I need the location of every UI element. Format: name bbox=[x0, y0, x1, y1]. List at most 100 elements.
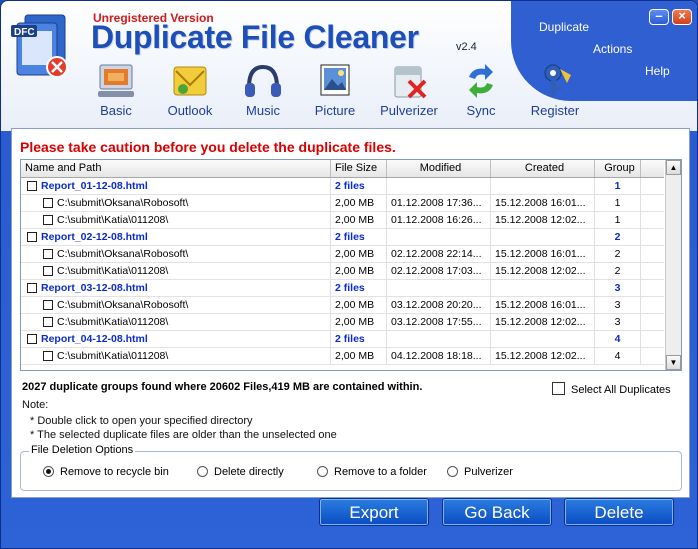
sync-icon bbox=[469, 64, 493, 98]
app-logo: DFC bbox=[11, 11, 83, 85]
radio-icon bbox=[197, 466, 208, 477]
main-panel: Please take caution before you delete th… bbox=[11, 128, 690, 498]
select-all-label: Select All Duplicates bbox=[571, 384, 671, 396]
close-icon: × bbox=[678, 8, 686, 23]
scroll-up-button[interactable]: ▲ bbox=[666, 160, 681, 175]
col-file-size[interactable]: File Size bbox=[331, 160, 387, 177]
menu-actions[interactable]: Actions bbox=[593, 42, 632, 56]
cell-created bbox=[491, 229, 595, 246]
tool-register-label: Register bbox=[530, 103, 580, 118]
tool-basic-label: Basic bbox=[100, 103, 132, 118]
cell-group: 1 bbox=[595, 178, 641, 195]
delete-button[interactable]: Delete bbox=[564, 498, 674, 526]
menu-duplicate[interactable]: Duplicate bbox=[539, 20, 589, 34]
picture-icon bbox=[320, 64, 350, 96]
cell-size: 2,00 MB bbox=[331, 212, 387, 229]
menu-help[interactable]: Help bbox=[645, 64, 670, 78]
group-row[interactable]: Report_03-12-08.html 2 files 3 bbox=[21, 280, 664, 297]
radio-icon bbox=[447, 466, 458, 477]
cell-name: Report_04-12-08.html bbox=[21, 331, 331, 348]
group-row[interactable]: Report_02-12-08.html 2 files 2 bbox=[21, 229, 664, 246]
app-title: Duplicate File Cleaner bbox=[91, 19, 419, 55]
col-name-path[interactable]: Name and Path bbox=[21, 160, 331, 177]
cell-group: 4 bbox=[595, 348, 641, 365]
cell-modified: 01.12.2008 16:26... bbox=[387, 212, 491, 229]
cell-size: 2,00 MB bbox=[331, 246, 387, 263]
cell-created: 15.12.2008 12:02... bbox=[491, 348, 595, 365]
options-legend: File Deletion Options bbox=[29, 444, 136, 456]
caution-message: Please take caution before you delete th… bbox=[20, 139, 396, 155]
arrow-down-icon: ▼ bbox=[669, 358, 678, 367]
duplicates-table[interactable]: Name and Path File Size Modified Created… bbox=[20, 159, 682, 371]
cell-modified: 03.12.2008 17:55... bbox=[387, 314, 491, 331]
cell-group: 3 bbox=[595, 314, 641, 331]
cell-size: 2 files bbox=[331, 178, 387, 195]
logo-text: DFC bbox=[14, 27, 35, 38]
cell-modified bbox=[387, 331, 491, 348]
option-delete-directly[interactable]: Delete directly bbox=[197, 466, 284, 478]
col-created[interactable]: Created bbox=[491, 160, 595, 177]
file-row[interactable]: C:\submit\Oksana\Robosoft\ 2,00 MB 02.12.2… bbox=[21, 246, 664, 263]
group-row[interactable]: Report_01-12-08.html 2 files 1 bbox=[21, 178, 664, 195]
scroll-down-button[interactable]: ▼ bbox=[666, 355, 681, 370]
option-remove-to-folder[interactable]: Remove to a folder bbox=[317, 466, 427, 478]
go-back-button[interactable]: Go Back bbox=[442, 498, 552, 526]
option-recycle-bin-label: Remove to recycle bin bbox=[60, 466, 169, 478]
radio-icon bbox=[43, 466, 54, 477]
cell-name: Report_03-12-08.html bbox=[21, 280, 331, 297]
file-row[interactable]: C:\submit\Katia\011208\ 2,00 MB 01.12.2008… bbox=[21, 212, 664, 229]
tool-picture[interactable]: Picture bbox=[303, 61, 367, 118]
cell-modified: 01.12.2008 17:36... bbox=[387, 195, 491, 212]
cell-modified: 03.12.2008 20:20... bbox=[387, 297, 491, 314]
tool-basic[interactable]: Basic bbox=[84, 61, 148, 118]
option-recycle-bin[interactable]: Remove to recycle bin bbox=[43, 466, 169, 478]
cell-size: 2 files bbox=[331, 331, 387, 348]
table-scrollbar[interactable]: ▲ ▼ bbox=[665, 160, 681, 370]
tool-pulverizer[interactable]: Pulverizer bbox=[377, 61, 441, 118]
cell-created: 15.12.2008 16:01... bbox=[491, 246, 595, 263]
file-row[interactable]: C:\submit\Oksana\Robosoft\ 2,00 MB 03.12.2… bbox=[21, 297, 664, 314]
option-pulverizer[interactable]: Pulverizer bbox=[447, 466, 513, 478]
cell-size: 2 files bbox=[331, 280, 387, 297]
tool-sync-label: Sync bbox=[466, 103, 496, 118]
note-title: Note: bbox=[22, 399, 49, 411]
cell-size: 2,00 MB bbox=[331, 263, 387, 280]
group-row[interactable]: Report_04-12-08.html 2 files 4 bbox=[21, 331, 664, 348]
note-line-2: * The selected duplicate files are older… bbox=[30, 429, 337, 441]
minimize-button[interactable]: – bbox=[649, 9, 669, 25]
file-row[interactable]: C:\submit\Katia\011208\ 2,00 MB 02.12.2008… bbox=[21, 263, 664, 280]
col-group[interactable]: Group bbox=[595, 160, 641, 177]
cell-name: C:\submit\Katia\011208\ bbox=[21, 314, 331, 331]
cell-group: 4 bbox=[595, 331, 641, 348]
cell-modified: 02.12.2008 22:14... bbox=[387, 246, 491, 263]
file-row[interactable]: C:\submit\Katia\011208\ 2,00 MB 03.12.2008… bbox=[21, 314, 664, 331]
key-icon bbox=[544, 64, 571, 97]
tool-music[interactable]: Music bbox=[231, 61, 295, 118]
cell-name: C:\submit\Katia\011208\ bbox=[21, 212, 331, 229]
tool-outlook-label: Outlook bbox=[167, 103, 213, 118]
tool-outlook[interactable]: Outlook bbox=[158, 61, 222, 118]
file-row[interactable]: C:\submit\Katia\011208\ 2,00 MB 04.12.2008… bbox=[21, 348, 664, 365]
cell-group: 3 bbox=[595, 297, 641, 314]
cell-name: C:\submit\Oksana\Robosoft\ bbox=[21, 246, 331, 263]
cell-created bbox=[491, 280, 595, 297]
tool-register[interactable]: Register bbox=[523, 61, 587, 118]
cell-created bbox=[491, 178, 595, 195]
version-label: v2.4 bbox=[456, 41, 477, 53]
cell-modified: 04.12.2008 18:18... bbox=[387, 348, 491, 365]
cell-group: 3 bbox=[595, 280, 641, 297]
file-row[interactable]: C:\submit\Oksana\Robosoft\ 2,00 MB 01.12.2… bbox=[21, 195, 664, 212]
tool-sync[interactable]: Sync bbox=[449, 61, 513, 118]
col-modified[interactable]: Modified bbox=[387, 160, 491, 177]
cell-name: C:\submit\Oksana\Robosoft\ bbox=[21, 297, 331, 314]
tool-pulverizer-label: Pulverizer bbox=[380, 103, 438, 118]
cell-created: 15.12.2008 12:02... bbox=[491, 212, 595, 229]
export-button[interactable]: Export bbox=[319, 498, 429, 526]
note-line-1: * Double click to open your specified di… bbox=[30, 415, 253, 427]
select-all-checkbox[interactable]: Select All Duplicates bbox=[552, 382, 671, 396]
app-window: DFC Unregistered Version Duplicate File … bbox=[0, 0, 698, 549]
cell-size: 2,00 MB bbox=[331, 314, 387, 331]
cell-created: 15.12.2008 16:01... bbox=[491, 195, 595, 212]
cell-size: 2,00 MB bbox=[331, 297, 387, 314]
close-button[interactable]: × bbox=[672, 9, 692, 25]
